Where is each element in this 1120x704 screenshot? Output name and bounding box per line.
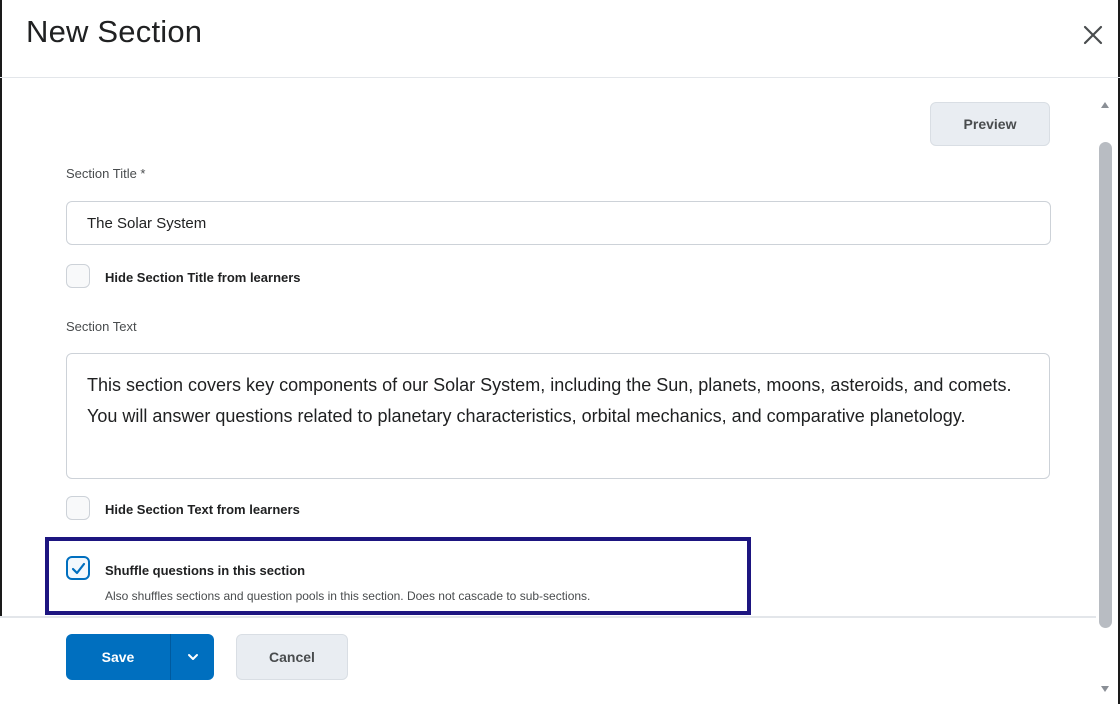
section-title-value: The Solar System xyxy=(87,214,207,232)
section-text-editor[interactable]: This section covers key components of ou… xyxy=(66,353,1050,479)
chevron-down-icon xyxy=(187,654,198,660)
hide-text-label[interactable]: Hide Section Text from learners xyxy=(105,502,300,517)
hide-title-checkbox[interactable] xyxy=(66,264,90,288)
section-text-value: This section covers key components of ou… xyxy=(87,375,1012,426)
section-text-label: Section Text xyxy=(66,319,137,334)
hide-text-checkbox[interactable] xyxy=(66,496,90,520)
scrollbar-thumb[interactable] xyxy=(1099,142,1112,628)
close-button[interactable] xyxy=(1078,20,1108,50)
highlight-annotation xyxy=(45,537,751,615)
scroll-up-icon[interactable] xyxy=(1100,100,1110,110)
cancel-button[interactable]: Cancel xyxy=(236,634,348,680)
dialog-title: New Section xyxy=(26,14,203,49)
scroll-down-icon[interactable] xyxy=(1100,684,1110,694)
close-icon xyxy=(1083,25,1103,45)
hide-title-label[interactable]: Hide Section Title from learners xyxy=(105,270,301,285)
section-title-label: Section Title * xyxy=(66,166,146,181)
preview-button[interactable]: Preview xyxy=(930,102,1050,146)
dialog-header: New Section xyxy=(0,0,1120,78)
dialog-body[interactable] xyxy=(0,79,1120,615)
section-title-input[interactable]: The Solar System xyxy=(66,201,1051,245)
save-button-group: Save xyxy=(66,634,214,680)
save-button[interactable]: Save xyxy=(66,634,170,680)
save-options-button[interactable] xyxy=(171,634,214,680)
